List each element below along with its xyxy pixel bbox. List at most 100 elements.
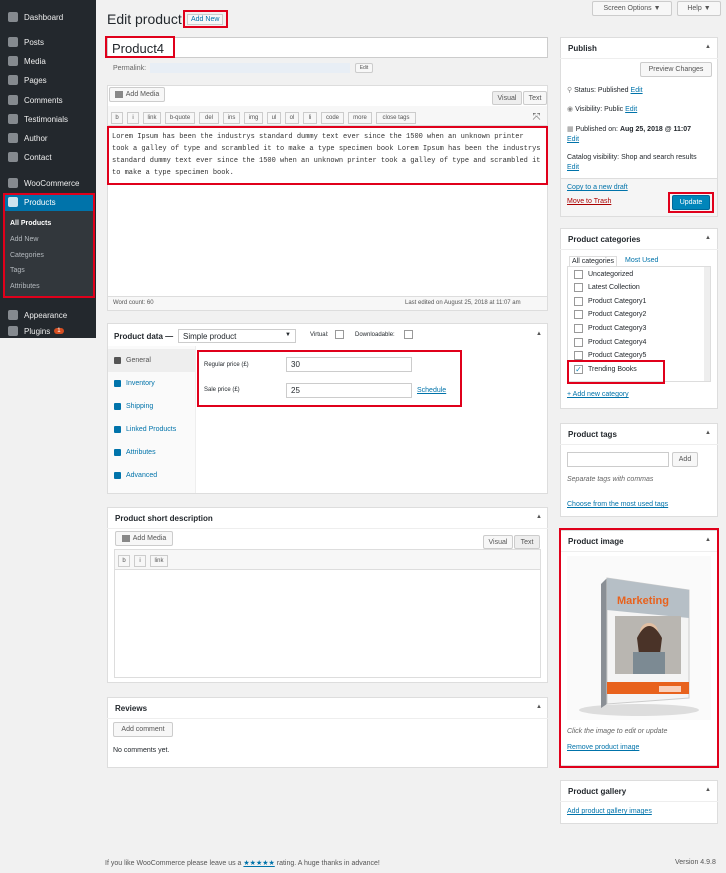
add-media-button[interactable]: Add Media [109, 87, 165, 102]
add-tag-button[interactable]: Add [672, 452, 698, 467]
eye-icon: ◉ [567, 106, 574, 113]
menu-author[interactable]: Author [0, 129, 96, 147]
submenu-tags[interactable]: Tags [10, 267, 25, 274]
qt-ol[interactable]: ol [285, 112, 299, 124]
menu-comments[interactable]: Comments [0, 91, 96, 109]
collapse-icon[interactable]: ▲ [705, 787, 711, 793]
post-title-input[interactable]: Product4 [107, 37, 548, 58]
catalog-edit-link[interactable]: Edit [567, 164, 579, 171]
schedule-link[interactable]: Schedule [417, 387, 446, 394]
menu-dashboard[interactable]: Dashboard [0, 8, 96, 26]
qt-bold[interactable]: b [118, 555, 130, 567]
menu-appearance[interactable]: Appearance [0, 306, 96, 324]
virtual-checkbox[interactable] [335, 330, 344, 339]
rating-stars-link[interactable]: ★★★★★ [243, 860, 274, 867]
menu-plugins[interactable]: Plugins 1 [0, 324, 96, 338]
tags-hint: Separate tags with commas [567, 476, 654, 483]
status-edit-link[interactable]: Edit [631, 87, 643, 94]
category-checkbox[interactable] [574, 338, 583, 347]
short-tab-text[interactable]: Text [514, 535, 540, 549]
category-scrollbar[interactable] [704, 267, 710, 381]
add-new-category-link[interactable]: + Add new category [567, 391, 629, 398]
menu-posts[interactable]: Posts [0, 33, 96, 51]
fullscreen-icon[interactable]: ⤧ [531, 112, 542, 123]
published-edit-link[interactable]: Edit [567, 136, 579, 143]
media-icon [8, 56, 18, 66]
book-title: Marketing [617, 595, 669, 607]
qt-del[interactable]: del [199, 112, 219, 124]
submenu-all-products[interactable]: All Products [10, 220, 51, 227]
qt-img[interactable]: img [244, 112, 263, 124]
add-gallery-link[interactable]: Add product gallery images [567, 808, 652, 815]
qt-li[interactable]: li [303, 112, 317, 124]
qt-bquote[interactable]: b-quote [165, 112, 195, 124]
qt-bold[interactable]: b [111, 112, 123, 124]
submenu-add-new[interactable]: Add New [10, 236, 38, 243]
tab-inventory[interactable]: Inventory [108, 372, 196, 395]
short-tab-visual[interactable]: Visual [483, 535, 513, 549]
permalink-edit-button[interactable]: Edit [355, 63, 373, 73]
update-button[interactable]: Update [672, 195, 710, 210]
qt-ins[interactable]: ins [223, 112, 240, 124]
copy-draft-link[interactable]: Copy to a new draft [567, 184, 628, 191]
product-image[interactable]: Marketing [567, 556, 711, 720]
menu-testimonials[interactable]: Testimonials [0, 110, 96, 128]
visibility-edit-link[interactable]: Edit [625, 106, 637, 113]
qt-italic[interactable]: i [134, 555, 146, 567]
collapse-icon[interactable]: ▲ [536, 514, 542, 520]
category-checkbox[interactable] [574, 351, 583, 360]
tag-input[interactable] [567, 452, 669, 467]
add-new-button[interactable]: Add New [187, 14, 224, 25]
help-button[interactable]: Help ▼ [677, 1, 721, 16]
content-textarea[interactable]: Lorem Ipsum has been the industrys stand… [112, 131, 544, 179]
short-add-media-button[interactable]: Add Media [115, 531, 173, 546]
product-type-select[interactable]: Simple product ▼ [178, 329, 296, 343]
tab-visual[interactable]: Visual [492, 91, 522, 105]
tab-general[interactable]: General [108, 349, 196, 372]
menu-media[interactable]: Media [0, 52, 96, 70]
menu-contact[interactable]: Contact [0, 148, 96, 166]
permalink-url[interactable] [150, 63, 350, 73]
add-comment-button[interactable]: Add comment [113, 722, 173, 737]
screen-options-button[interactable]: Screen Options ▼ [592, 1, 672, 16]
category-checkbox[interactable] [574, 310, 583, 319]
tab-attributes[interactable]: Attributes [108, 441, 196, 464]
tab-shipping[interactable]: Shipping [108, 395, 196, 418]
menu-products[interactable]: Products [0, 193, 96, 211]
qt-link[interactable]: link [150, 555, 168, 567]
tab-text[interactable]: Text [523, 91, 547, 105]
remove-image-link[interactable]: Remove product image [567, 744, 639, 751]
collapse-icon[interactable]: ▲ [705, 44, 711, 50]
sale-price-input[interactable]: 25 [286, 383, 412, 398]
tab-most-used[interactable]: Most Used [625, 257, 658, 264]
qt-code[interactable]: code [321, 112, 344, 124]
category-checkbox-checked[interactable]: ✓ [574, 365, 583, 374]
short-quicktags-toolbar [115, 550, 540, 570]
tab-linked-products[interactable]: Linked Products [108, 418, 196, 441]
qt-ul[interactable]: ul [267, 112, 281, 124]
regular-price-input[interactable]: 30 [286, 357, 412, 372]
collapse-icon[interactable]: ▲ [705, 235, 711, 241]
qt-close-tags[interactable]: close tags [376, 112, 416, 124]
menu-woocommerce[interactable]: WooCommerce [0, 174, 96, 192]
submenu-attributes[interactable]: Attributes [10, 283, 40, 290]
menu-label: Pages [24, 75, 47, 85]
tab-advanced[interactable]: Advanced [108, 464, 196, 487]
collapse-icon[interactable]: ▲ [536, 331, 542, 337]
submenu-categories[interactable]: Categories [10, 252, 44, 259]
category-checkbox[interactable] [574, 324, 583, 333]
qt-link[interactable]: link [143, 112, 161, 124]
move-to-trash-link[interactable]: Move to Trash [567, 198, 611, 205]
qt-more[interactable]: more [348, 112, 372, 124]
category-checkbox[interactable] [574, 283, 583, 292]
preview-changes-button[interactable]: Preview Changes [640, 62, 712, 77]
category-checkbox[interactable] [574, 270, 583, 279]
downloadable-checkbox[interactable] [404, 330, 413, 339]
category-checkbox[interactable] [574, 297, 583, 306]
collapse-icon[interactable]: ▲ [705, 430, 711, 436]
collapse-icon[interactable]: ▲ [536, 704, 542, 710]
menu-pages[interactable]: Pages [0, 71, 96, 89]
collapse-icon[interactable]: ▲ [705, 537, 711, 543]
qt-italic[interactable]: i [127, 112, 139, 124]
choose-tags-link[interactable]: Choose from the most used tags [567, 501, 668, 508]
